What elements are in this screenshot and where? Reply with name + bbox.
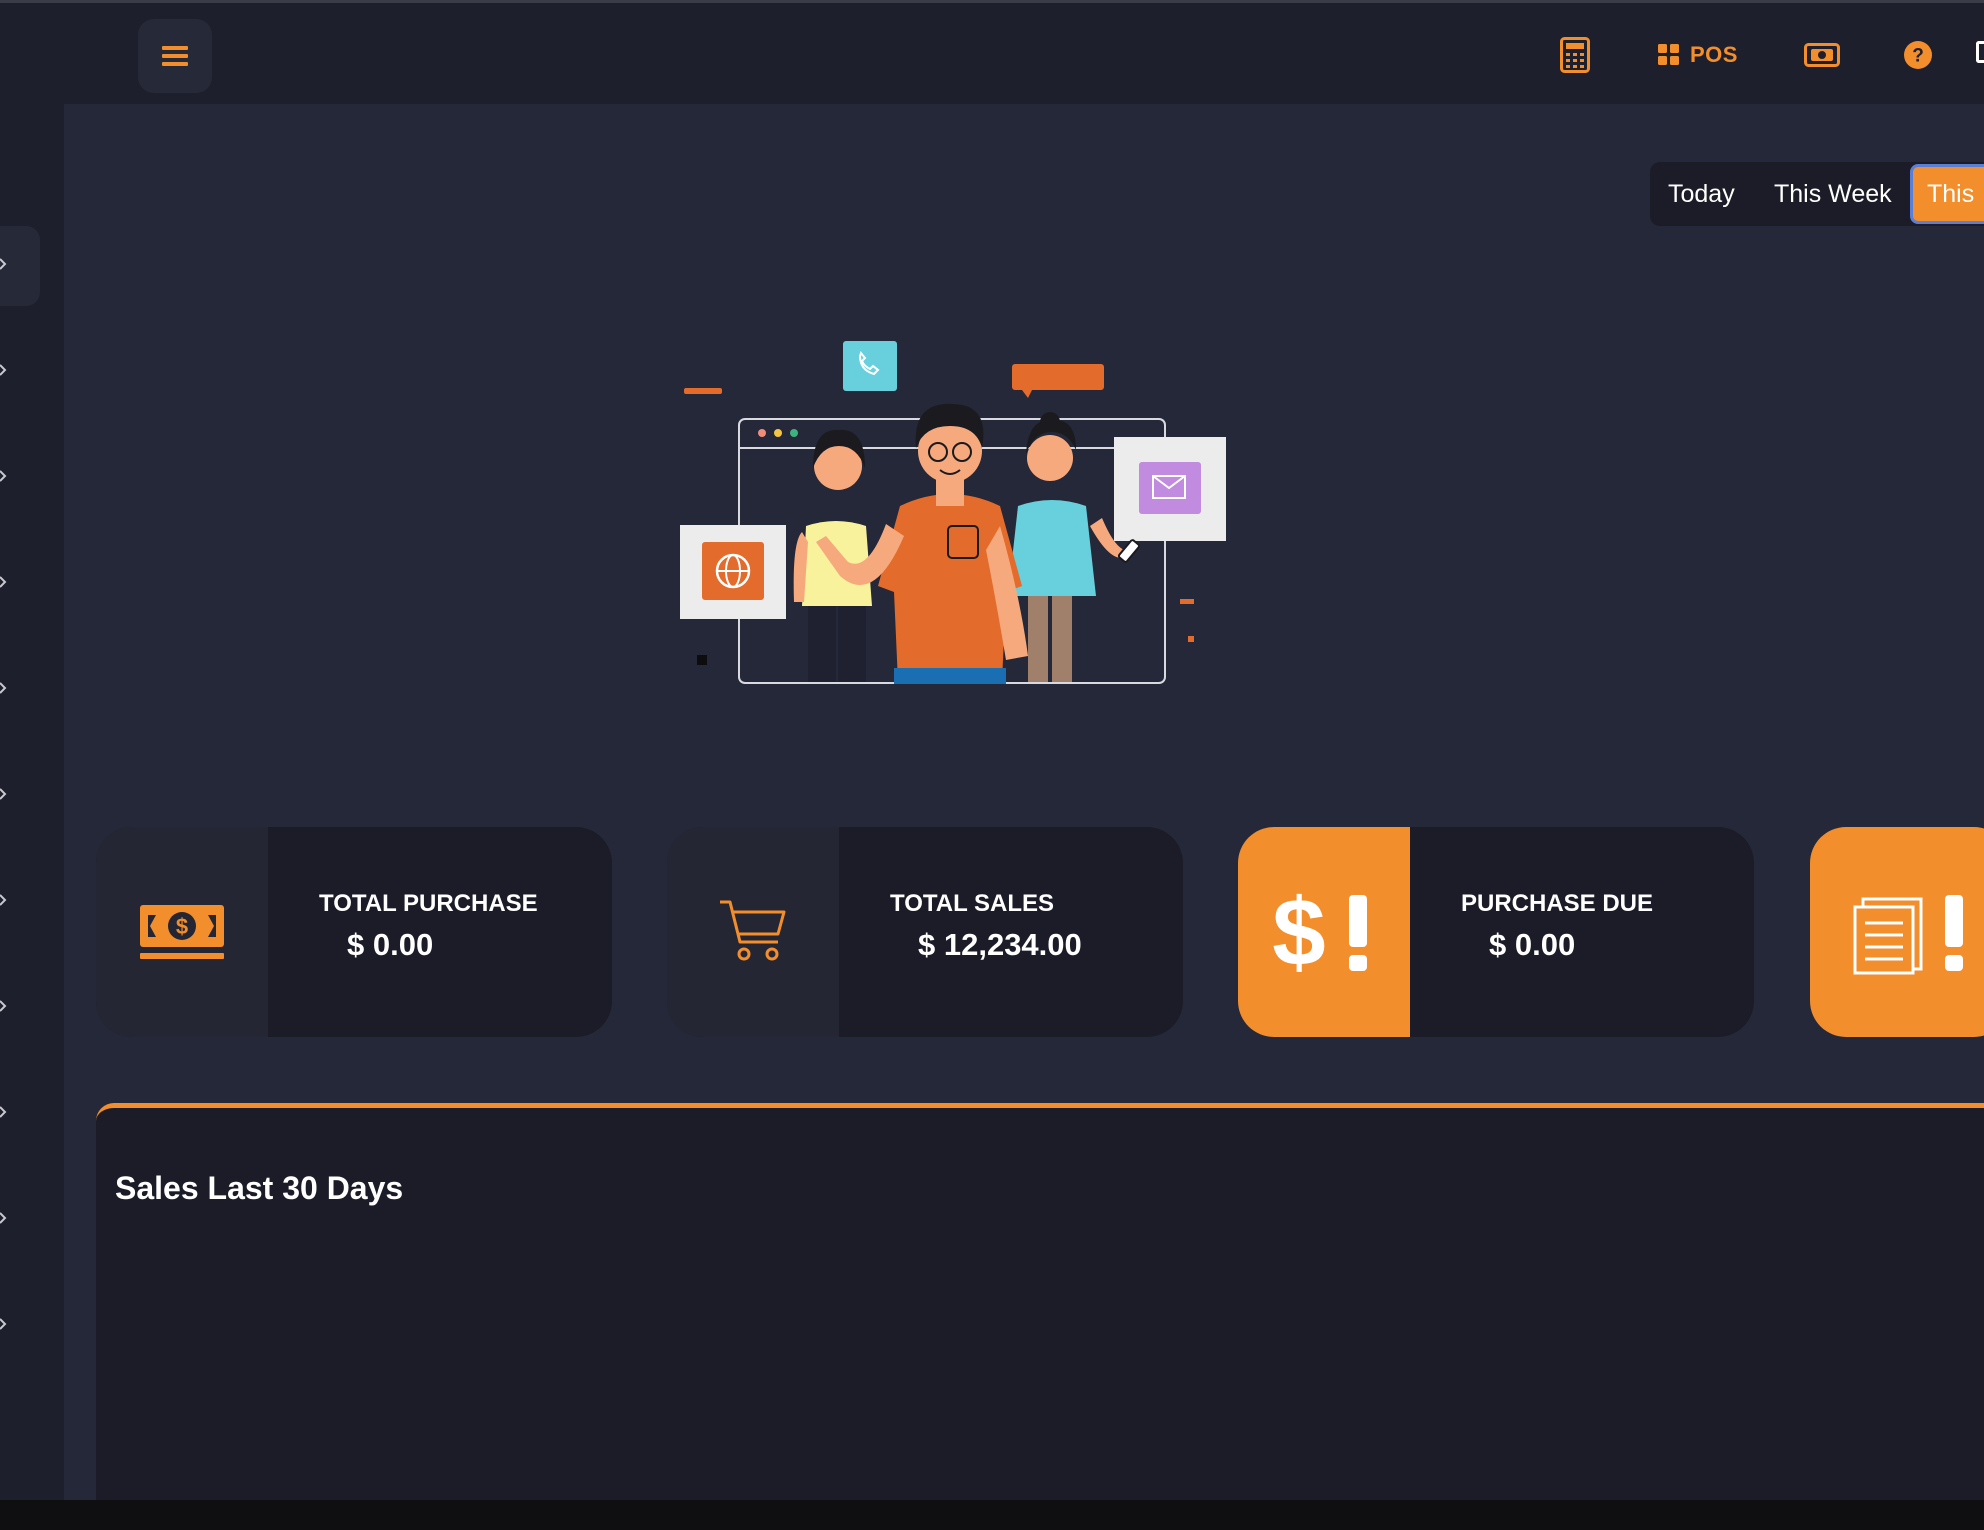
grid-icon bbox=[1658, 44, 1679, 65]
sidebar-chevron-icon bbox=[0, 788, 7, 800]
stat-card-purchase-due[interactable]: $ PURCHASE DUE $ 0.00 bbox=[1238, 827, 1754, 1037]
money-icon bbox=[1804, 43, 1840, 67]
range-active-button[interactable]: This bbox=[1910, 164, 1984, 224]
invoice-alert-icon bbox=[1853, 895, 1963, 975]
sidebar-chevron-icon bbox=[0, 1212, 7, 1224]
pos-label: POS bbox=[1690, 42, 1738, 67]
calculator-icon bbox=[1560, 37, 1590, 73]
menu-button[interactable] bbox=[138, 19, 212, 93]
stat-card-value: $ 0.00 bbox=[1489, 927, 1576, 962]
stat-card-invoice-due[interactable] bbox=[1810, 827, 1984, 1037]
stat-card-label: TOTAL SALES bbox=[890, 890, 1055, 917]
shopping-cart-icon bbox=[720, 900, 786, 961]
sidebar-chevron-icon bbox=[0, 258, 7, 270]
team-illustration bbox=[680, 341, 1226, 684]
sidebar-chevron-icon bbox=[0, 576, 7, 588]
hamburger-icon bbox=[162, 46, 188, 66]
stat-card-total-sales[interactable]: TOTAL SALES $ 12,234.00 bbox=[667, 827, 1183, 1037]
sidebar-chevron-icon bbox=[0, 682, 7, 694]
stat-card-value: $ 12,234.00 bbox=[918, 927, 1082, 962]
sidebar-chevron-icon bbox=[0, 1106, 7, 1118]
stat-card-label: PURCHASE DUE bbox=[1461, 890, 1654, 917]
cash-register-button[interactable] bbox=[1804, 33, 1840, 77]
stat-card-total-purchase[interactable]: $ TOTAL PURCHASE $ 0.00 bbox=[96, 827, 612, 1037]
top-bar: POS ? bbox=[0, 0, 1984, 104]
range-today-button[interactable]: Today bbox=[1668, 162, 1735, 226]
calculator-button[interactable] bbox=[1560, 33, 1590, 77]
sidebar-chevron-icon bbox=[0, 894, 7, 906]
stat-card-icon-box: $ bbox=[96, 827, 268, 1037]
sales-panel-title: Sales Last 30 Days bbox=[115, 1170, 404, 1206]
cash-bill-icon: $ bbox=[140, 905, 224, 959]
sidebar-chevron-icon bbox=[0, 470, 7, 482]
svg-text:$: $ bbox=[176, 914, 188, 939]
svg-text:?: ? bbox=[1912, 46, 1924, 67]
stat-card-icon-box bbox=[1810, 827, 1984, 1037]
dollar-alert-icon: $ bbox=[1272, 887, 1367, 977]
sales-chart-panel: Sales Last 30 Days bbox=[96, 1103, 1984, 1523]
user-menu-icon[interactable] bbox=[1976, 41, 1984, 63]
sidebar-chevron-icon bbox=[0, 364, 7, 376]
stat-card-label: TOTAL PURCHASE bbox=[319, 890, 538, 917]
help-button[interactable]: ? bbox=[1904, 33, 1932, 77]
sidebar-chevron-icon bbox=[0, 1318, 7, 1330]
sidebar-chevron-icon bbox=[0, 1000, 7, 1012]
pos-button[interactable]: POS bbox=[1658, 33, 1738, 77]
sidebar bbox=[0, 104, 64, 1500]
svg-text:$: $ bbox=[1272, 887, 1325, 977]
range-this-week-button[interactable]: This Week bbox=[1774, 162, 1892, 226]
bottom-edge bbox=[0, 1500, 1984, 1530]
stat-card-value: $ 0.00 bbox=[347, 927, 434, 962]
stat-card-icon-box bbox=[667, 827, 839, 1037]
help-icon: ? bbox=[1904, 41, 1932, 69]
stat-card-icon-box: $ bbox=[1238, 827, 1410, 1037]
